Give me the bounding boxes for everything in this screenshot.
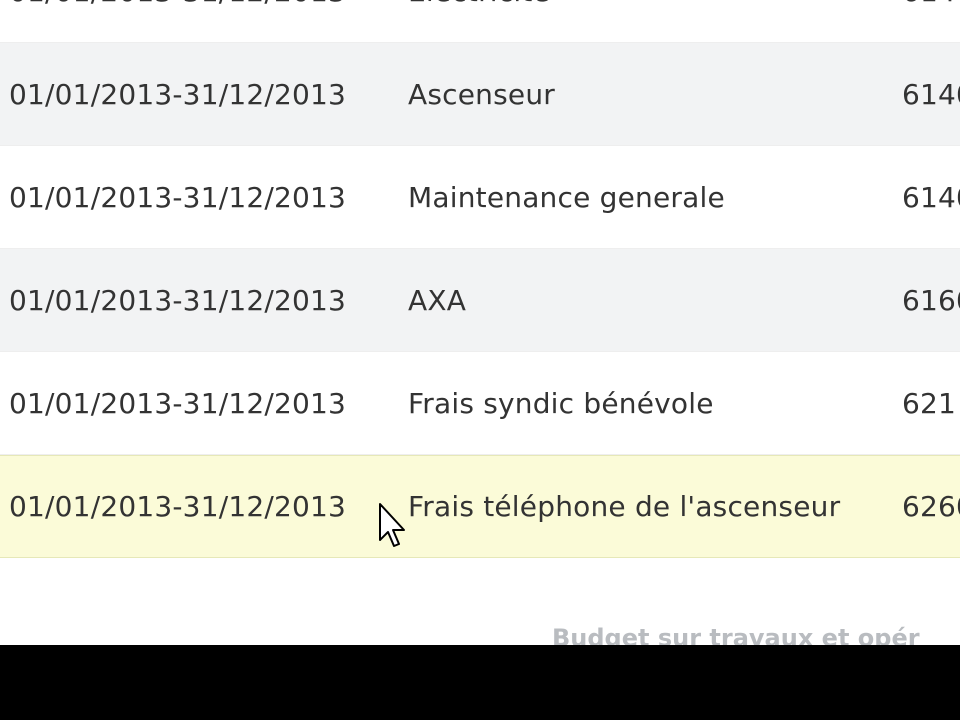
label-cell: Ascenseur [408,77,555,111]
label-cell: Frais téléphone de l'ascenseur [408,490,841,523]
period-cell: 01/01/2013-31/12/2013 [9,490,347,523]
period-cell: 01/01/2013-31/12/2013 [9,386,347,420]
table-row[interactable]: 01/01/2013-31/12/2013 Maintenance genera… [0,146,960,249]
account-cell: 6140 [902,0,960,42]
screen-viewport: 01/01/2013-31/12/2013 Electricite 6140 0… [0,0,960,645]
letterbox-bar [0,645,960,720]
section-heading-budget-travaux: Budget sur travaux et opér [552,624,920,645]
budget-table: 01/01/2013-31/12/2013 Electricite 6140 0… [0,0,960,558]
label-cell: Maintenance generale [408,180,725,214]
account-cell: 6260 [902,490,960,523]
period-cell: 01/01/2013-31/12/2013 [9,77,347,111]
label-cell: Frais syndic bénévole [408,386,714,420]
table-row[interactable]: 01/01/2013-31/12/2013 Frais syndic bénév… [0,352,960,455]
account-cell: 6160 [902,283,960,317]
label-cell: AXA [408,283,467,317]
account-cell: 6140 [902,180,960,214]
period-cell: 01/01/2013-31/12/2013 [9,180,347,214]
table-row[interactable]: 01/01/2013-31/12/2013 Electricite 6140 [0,0,960,43]
account-cell: 6140 [902,77,960,111]
mouse-pointer-icon [379,503,405,547]
period-cell: 01/01/2013-31/12/2013 [9,283,347,317]
table-row[interactable]: 01/01/2013-31/12/2013 AXA 6160 [0,249,960,352]
label-cell: Electricite [408,0,550,42]
account-cell: 621 [902,386,957,420]
table-row-hovered[interactable]: 01/01/2013-31/12/2013 Frais téléphone de… [0,455,960,558]
table-row[interactable]: 01/01/2013-31/12/2013 Ascenseur 6140 [0,43,960,146]
period-cell: 01/01/2013-31/12/2013 [9,0,346,42]
